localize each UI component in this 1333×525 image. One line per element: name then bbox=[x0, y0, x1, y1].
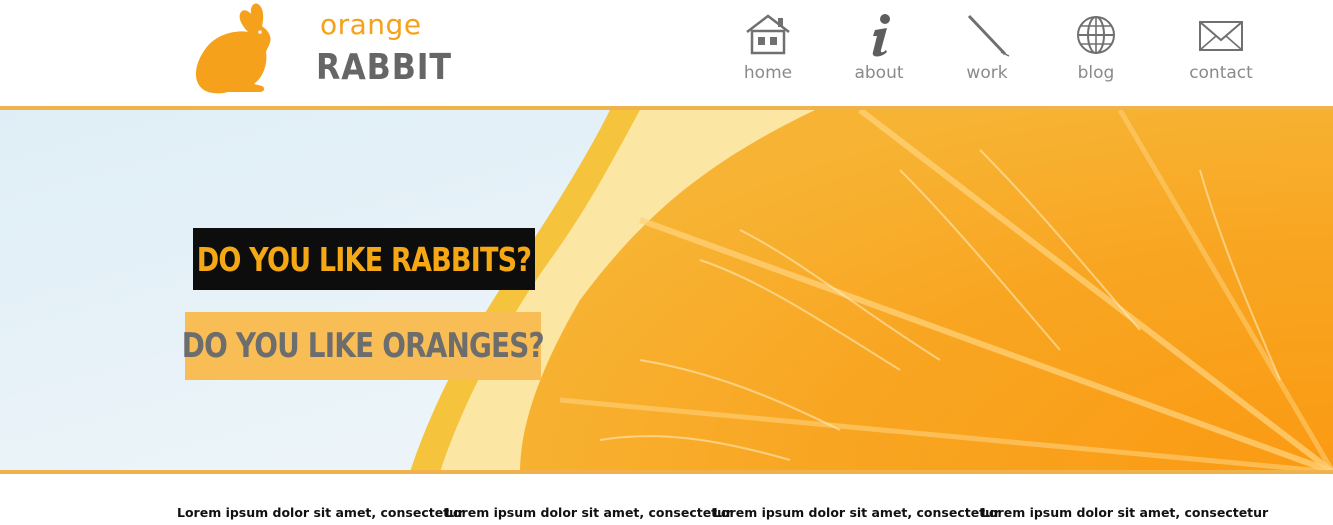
nav-blog[interactable]: blog bbox=[1051, 8, 1141, 88]
nav-home[interactable]: home bbox=[723, 8, 813, 88]
banner-bottom-divider bbox=[0, 470, 1333, 474]
teaser-text-1: Lorem ipsum dolor sit amet, consectetur bbox=[177, 505, 465, 520]
orange-slice-image bbox=[0, 110, 1333, 472]
headline-oranges: DO YOU LIKE ORANGES? bbox=[181, 312, 545, 380]
nav-label-contact: contact bbox=[1189, 63, 1253, 83]
home-icon bbox=[746, 14, 790, 55]
envelope-icon bbox=[1199, 21, 1243, 51]
teaser-text-2: Lorem ipsum dolor sit amet, consectetur bbox=[445, 505, 733, 520]
nav-label-about: about bbox=[854, 63, 904, 83]
nav-label-blog: blog bbox=[1077, 63, 1115, 83]
hero-banner: DO YOU LIKE RABBITS? DO YOU LIKE ORANGES… bbox=[0, 110, 1333, 472]
nav-label-work: work bbox=[966, 63, 1008, 83]
brand-word-rabbit[interactable]: RABBIT bbox=[316, 47, 452, 88]
nav-label-home: home bbox=[743, 63, 793, 83]
pen-icon bbox=[967, 14, 1010, 57]
headline-oranges-text: DO YOU LIKE ORANGES? bbox=[181, 326, 545, 366]
teaser-text-4: Lorem ipsum dolor sit amet, consectetur bbox=[981, 505, 1269, 520]
rabbit-logo-icon[interactable] bbox=[188, 0, 274, 96]
globe-icon bbox=[1077, 16, 1115, 54]
nav-about[interactable]: about bbox=[834, 8, 924, 88]
nav-contact[interactable]: contact bbox=[1176, 8, 1266, 88]
headline-rabbits: DO YOU LIKE RABBITS? bbox=[193, 228, 535, 290]
headline-rabbits-text: DO YOU LIKE RABBITS? bbox=[196, 239, 532, 279]
teaser-text-3: Lorem ipsum dolor sit amet, consectetur bbox=[713, 505, 1001, 520]
site-header: orange RABBIT home about work blog conta… bbox=[0, 0, 1333, 108]
info-icon bbox=[872, 14, 890, 57]
nav-work[interactable]: work bbox=[942, 8, 1032, 88]
brand-word-orange[interactable]: orange bbox=[320, 8, 422, 41]
